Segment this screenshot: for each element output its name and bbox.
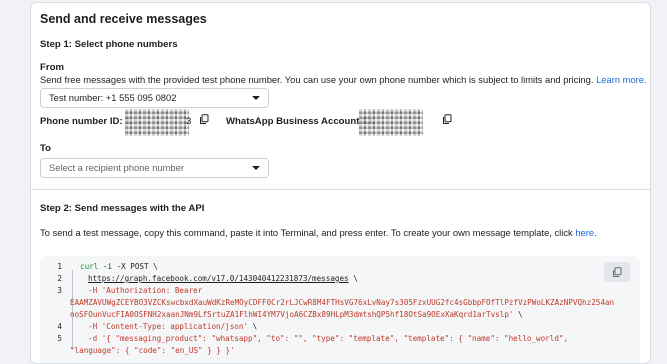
phone-id-tail: 3 <box>186 116 192 127</box>
step2-description-text: To send a test message, copy this comman… <box>40 227 573 238</box>
waba-id-label: WhatsApp Business Account ID: <box>226 116 375 127</box>
from-phone-select-value: Test number: +1 555 095 0802 <box>49 92 177 103</box>
code-command: curl <box>80 262 99 271</box>
code-url-part: /messages <box>307 274 349 283</box>
code-token: noSFOunVucFIA0OSFNH2xaanJNm9LfSrtuZA1Flh… <box>70 310 514 319</box>
step2-description-end: . <box>594 227 597 238</box>
line-number: 2 <box>57 274 62 283</box>
step2-description: To send a test message, copy this comman… <box>40 227 597 238</box>
code-line-5-cont: "language": { "code": "en_US" } } }' <box>70 346 235 355</box>
code-text: \ <box>248 322 258 331</box>
learn-more-link[interactable]: Learn more. <box>596 74 647 85</box>
page-title: Send and receive messages <box>40 12 207 26</box>
line-number: 4 <box>57 322 62 331</box>
copy-icon <box>613 267 622 277</box>
code-line-1: curl -i -X POST \ <box>80 262 158 271</box>
to-phone-select-placeholder: Select a recipient phone number <box>49 162 184 173</box>
code-text: -i -X POST \ <box>98 262 158 271</box>
code-line-3-token-end: noSFOunVucFIA0OSFNH2xaanJNm9LfSrtuZA1Flh… <box>70 310 523 319</box>
line-number: 3 <box>57 286 62 295</box>
code-url: https://graph.facebook.com/v17. <box>88 274 230 283</box>
code-line-5: -d '{ "messaging_product": "whatsapp", "… <box>88 334 569 343</box>
caret-down-icon <box>252 166 260 170</box>
line-number: 5 <box>57 334 62 343</box>
step1-heading: Step 1: Select phone numbers <box>40 39 178 50</box>
code-text: \ <box>513 310 523 319</box>
code-text: \ <box>348 274 358 283</box>
here-link[interactable]: here <box>575 227 594 238</box>
copy-code-button[interactable] <box>604 262 630 282</box>
waba-id-redacted <box>359 109 423 136</box>
phone-id-label: Phone number ID: 1 <box>40 116 131 127</box>
phone-id-redacted <box>125 109 189 136</box>
code-line-3: -H 'Authorization: Bearer <box>88 286 203 295</box>
from-phone-select[interactable]: Test number: +1 555 095 0802 <box>40 88 269 108</box>
code-line-3-token: EAAMZAVUWgZCEYBO3VZCKswcbxdXauWdKzReMOyC… <box>70 298 615 307</box>
from-description-text: Send free messages with the provided tes… <box>40 74 594 85</box>
step2-heading: Step 2: Send messages with the API <box>40 203 205 214</box>
from-description: Send free messages with the provided tes… <box>40 74 647 85</box>
copy-icon[interactable] <box>442 114 452 125</box>
step1-section: Send and receive messages Step 1: Select… <box>31 3 650 189</box>
code-url-id: 143040412231873 <box>238 274 308 283</box>
caret-down-icon <box>252 96 260 100</box>
to-phone-select[interactable]: Select a recipient phone number <box>40 158 269 178</box>
copy-icon[interactable] <box>199 114 209 125</box>
curl-code-block[interactable]: 1 curl -i -X POST \ 2 https://graph.face… <box>40 256 640 363</box>
step2-section: Step 2: Send messages with the API To se… <box>31 190 650 363</box>
code-line-4: -H 'Content-Type: application/json' \ <box>88 322 257 331</box>
from-label: From <box>40 62 64 73</box>
to-label: To <box>40 143 52 154</box>
line-number: 1 <box>57 262 62 271</box>
code-header: -H 'Content-Type: application/json' <box>88 322 249 331</box>
messages-card: Send and receive messages Step 1: Select… <box>30 2 651 364</box>
code-line-2: https://graph.facebook.com/v17.0/1430404… <box>88 274 358 283</box>
